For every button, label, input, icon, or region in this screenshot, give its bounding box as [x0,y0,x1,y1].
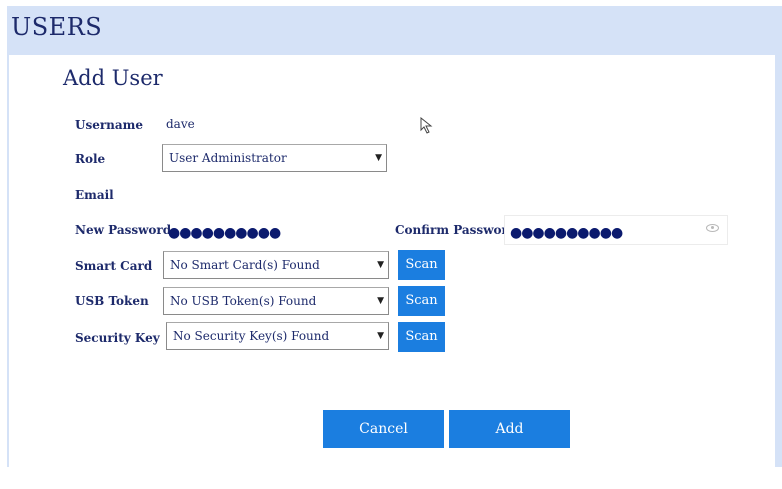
chevron-down-icon[interactable]: ▼ [375,145,382,171]
chevron-down-icon[interactable]: ▼ [377,288,384,314]
username-value: dave [166,117,195,131]
usb-token-label: USB Token [75,294,149,308]
new-password-label: New Password [75,223,172,237]
confirm-password-value: ●●●●●●●●●● [510,225,623,241]
mouse-cursor-icon [420,117,433,134]
smart-card-label: Smart Card [75,259,153,273]
smart-card-scan-button[interactable]: Scan [398,250,445,280]
smart-card-select-value: No Smart Card(s) Found [170,258,320,272]
role-label: Role [75,152,106,166]
smart-card-select[interactable]: No Smart Card(s) Found ▼ [163,251,389,279]
usb-token-select[interactable]: No USB Token(s) Found ▼ [163,287,389,315]
form-title: Add User [63,66,163,90]
security-key-select[interactable]: No Security Key(s) Found ▼ [166,322,389,350]
new-password-field[interactable]: ●●●●●●●●●● [168,225,281,241]
role-select-value: User Administrator [169,151,287,165]
username-label: Username [75,118,144,132]
chevron-down-icon[interactable]: ▼ [377,252,384,278]
confirm-password-label: Confirm Password [395,223,517,237]
role-select[interactable]: User Administrator ▼ [162,144,387,172]
email-label: Email [75,188,114,202]
eye-icon[interactable] [706,224,719,232]
security-key-select-value: No Security Key(s) Found [173,329,330,343]
security-key-scan-button[interactable]: Scan [398,322,445,352]
page-title: USERS [11,13,103,41]
chevron-down-icon[interactable]: ▼ [377,323,384,349]
security-key-label: Security Key [75,331,160,345]
add-button[interactable]: Add [449,410,570,448]
confirm-password-field[interactable]: ●●●●●●●●●● [504,215,728,245]
cancel-button[interactable]: Cancel [323,410,444,448]
usb-token-select-value: No USB Token(s) Found [170,294,317,308]
usb-token-scan-button[interactable]: Scan [398,286,445,316]
